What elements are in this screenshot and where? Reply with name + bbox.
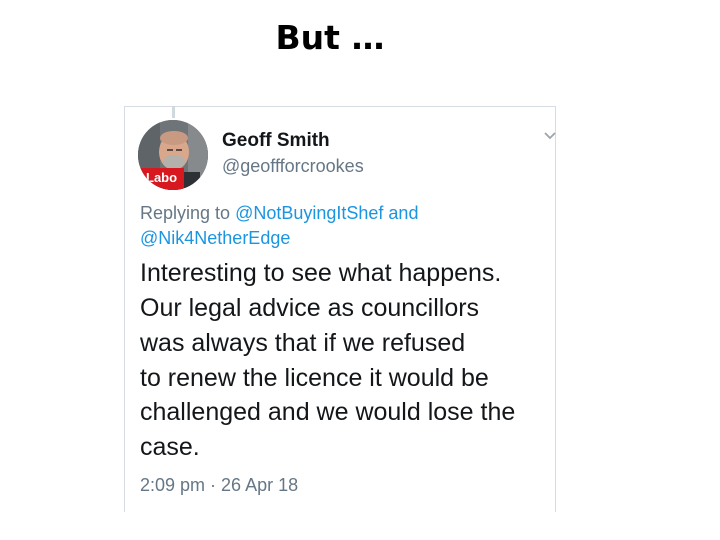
replying-to-prefix: Replying to: [140, 203, 236, 223]
tweet-text-line: case.: [140, 433, 200, 461]
tweet-text-line: to renew the licence it would be: [140, 364, 489, 392]
tweet-text-line: was always that if we refused: [140, 329, 466, 357]
tweet-timestamp[interactable]: 2:09 pm · 26 Apr 18: [140, 475, 298, 496]
replying-to-line: Replying to @NotBuyingItShef and: [140, 203, 550, 224]
replying-to-connector: and: [383, 203, 419, 223]
thread-connector-line: [172, 106, 175, 118]
mention-link-2[interactable]: @Nik4NetherEdge: [140, 228, 290, 248]
chevron-down-icon[interactable]: [543, 130, 557, 142]
mention-link-1[interactable]: @NotBuyingItShef: [235, 203, 383, 223]
avatar[interactable]: Labo: [138, 120, 208, 190]
author-display-name[interactable]: Geoff Smith: [222, 130, 330, 152]
avatar-badge-text: Labo: [146, 170, 178, 185]
tweet-text-line: Interesting to see what happens.: [140, 259, 502, 287]
tweet-text-line: challenged and we would lose the: [140, 398, 516, 426]
tweet-text-line: Our legal advice as councillors: [140, 294, 480, 322]
author-handle[interactable]: @geoffforcrookes: [222, 156, 364, 177]
slide-title: But …: [275, 18, 385, 57]
replying-to-line-2: @Nik4NetherEdge: [140, 228, 550, 249]
